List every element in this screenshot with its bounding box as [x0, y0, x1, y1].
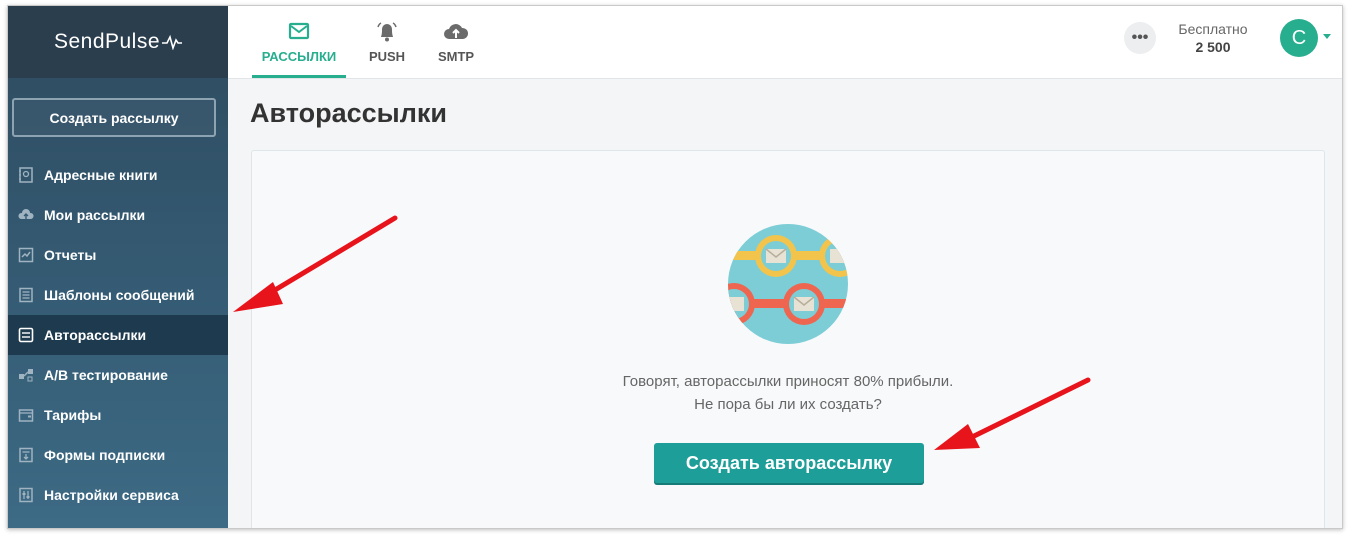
chart-icon [18, 247, 34, 263]
avatar[interactable]: C [1280, 19, 1318, 57]
autoresponder-illustration-icon [728, 224, 848, 344]
sidebar-item-label: Тарифы [44, 407, 102, 423]
page-title: Авторассылки [250, 98, 447, 128]
template-icon [18, 287, 34, 303]
autoresponder-icon [18, 327, 34, 343]
sidebar-item-ab-testing[interactable]: A/B тестирование [8, 355, 228, 395]
tab-campaigns[interactable]: РАССЫЛКИ [252, 6, 346, 78]
bell-icon [376, 21, 398, 43]
sidebar-item-label: Мои рассылки [44, 207, 146, 223]
sidebar-item-label: A/B тестирование [44, 367, 168, 383]
ab-test-icon [18, 367, 34, 383]
sidebar-item-address-books[interactable]: Адресные книги [8, 155, 228, 195]
sidebar-item-my-campaigns[interactable]: Мои рассылки [8, 195, 228, 235]
sidebar-menu: Адресные книги Мои рассылки Отчеты Шабло… [8, 155, 228, 515]
sidebar-item-label: Адресные книги [44, 167, 158, 183]
plan-info[interactable]: Бесплатно 2 500 [1168, 20, 1258, 56]
logo-area[interactable]: SendPulse [8, 6, 228, 78]
create-autoresponder-button[interactable]: Создать авторассылку [654, 443, 924, 483]
app-window: SendPulse Создать рассылку Адресные книг… [7, 5, 1343, 529]
tab-label: РАССЫЛКИ [261, 48, 337, 64]
chevron-down-icon[interactable] [1323, 34, 1331, 39]
cloud-upload-icon [443, 21, 469, 43]
sidebar-item-label: Авторассылки [44, 327, 147, 343]
logo-text: SendPulse [53, 30, 161, 53]
form-icon [18, 447, 34, 463]
sidebar-item-label: Шаблоны сообщений [44, 287, 195, 303]
sidebar-item-service-settings[interactable]: Настройки сервиса [8, 475, 228, 515]
description-line-2: Не пора бы ли их создать? [694, 396, 882, 413]
wallet-icon [18, 407, 34, 423]
empty-state-panel: Говорят, авторассылки приносят 80% прибы… [251, 150, 1325, 528]
plan-count: 2 500 [1195, 39, 1231, 55]
more-options-button[interactable]: ••• [1124, 22, 1156, 54]
tab-label: SMTP [437, 48, 475, 64]
sidebar-item-label: Настройки сервиса [44, 487, 179, 503]
address-book-icon [18, 167, 34, 183]
sidebar-item-subscription-forms[interactable]: Формы подписки [8, 435, 228, 475]
empty-state-description: Говорят, авторассылки приносят 80% прибы… [252, 370, 1324, 416]
sidebar-item-autoresponders[interactable]: Авторассылки [8, 315, 228, 355]
tab-smtp[interactable]: SMTP [429, 6, 483, 78]
envelope-icon [288, 21, 310, 43]
pulse-icon [162, 35, 183, 51]
create-campaign-button[interactable]: Создать рассылку [12, 98, 216, 137]
tab-label: PUSH [368, 48, 406, 64]
logo: SendPulse [53, 30, 183, 54]
sidebar: SendPulse Создать рассылку Адресные книг… [8, 6, 228, 528]
sidebar-item-label: Отчеты [44, 247, 97, 263]
upload-cloud-icon [18, 207, 34, 223]
sidebar-item-label: Формы подписки [44, 447, 166, 463]
plan-label: Бесплатно [1178, 21, 1248, 37]
sidebar-item-pricing[interactable]: Тарифы [8, 395, 228, 435]
sidebar-item-templates[interactable]: Шаблоны сообщений [8, 275, 228, 315]
description-line-1: Говорят, авторассылки приносят 80% прибы… [622, 373, 954, 390]
sidebar-item-reports[interactable]: Отчеты [8, 235, 228, 275]
settings-sliders-icon [18, 487, 34, 503]
tab-push[interactable]: PUSH [360, 6, 414, 78]
